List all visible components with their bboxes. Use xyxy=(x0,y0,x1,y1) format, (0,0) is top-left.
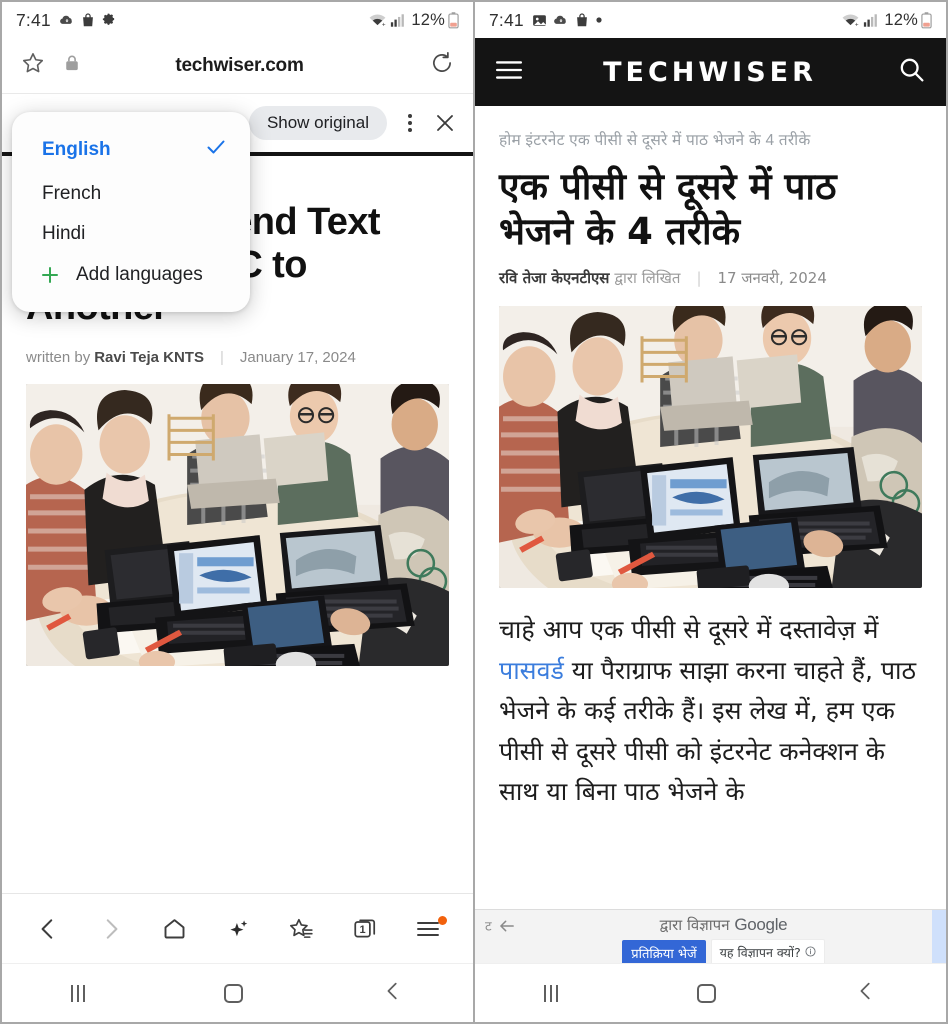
svg-text:ट: ट xyxy=(485,919,492,934)
info-icon xyxy=(805,945,816,960)
body-text-part1: चाहे आप एक पीसी से दूसरे में दस्तावेज़ म… xyxy=(499,615,879,645)
back-chevron-icon[interactable] xyxy=(855,980,877,1007)
status-time: 7:41 xyxy=(16,9,51,30)
url-text[interactable]: techwiser.com xyxy=(60,55,419,77)
recents-icon[interactable] xyxy=(544,984,559,1002)
right-phone-screenshot: 7:41 + 12% TECHWISER होम इंटरनेट एक पीसी… xyxy=(474,0,948,1024)
language-option-hindi[interactable]: Hindi xyxy=(12,214,250,254)
author-name[interactable]: Ravi Teja KNTS xyxy=(94,349,204,366)
ad-back-arrow-icon[interactable]: ट xyxy=(475,915,515,937)
publish-date: 17 जनवरी, 2024 xyxy=(717,269,827,288)
menu-hamburger-icon[interactable] xyxy=(415,915,447,939)
ad-buttons: प्रतिक्रिया भेजें यह विज्ञापन क्यों? xyxy=(622,939,825,963)
cloud-download-icon xyxy=(59,12,75,28)
byline-separator: | xyxy=(219,348,224,366)
home-icon[interactable] xyxy=(161,915,188,942)
status-left-icons xyxy=(532,12,603,28)
image-icon xyxy=(532,13,547,28)
ad-label-text: द्वारा विज्ञापन xyxy=(659,916,730,934)
language-dropdown-menu: English French Hindi Add languages xyxy=(12,112,250,312)
dual-screenshot-stage: 7:41 + 12% techwiser.com Show original S… xyxy=(0,0,948,1024)
search-icon[interactable] xyxy=(897,55,926,89)
dot-icon xyxy=(595,16,603,24)
publish-date: January 17, 2024 xyxy=(239,348,356,366)
battery-percent-label: 12% xyxy=(884,10,918,29)
wifi-icon: + xyxy=(368,12,387,28)
check-icon xyxy=(204,135,228,165)
signal-bars-icon xyxy=(390,13,406,28)
reload-icon[interactable] xyxy=(429,50,455,81)
svg-text:+: + xyxy=(382,21,386,28)
article-photo xyxy=(26,383,449,666)
tab-count-label: 1 xyxy=(359,923,366,936)
send-feedback-button[interactable]: प्रतिक्रिया भेजें xyxy=(622,939,706,963)
language-label: French xyxy=(42,183,102,204)
menu-notification-badge xyxy=(437,915,447,925)
add-languages-label: Add languages xyxy=(76,264,203,285)
status-left-icons xyxy=(59,12,116,28)
breadcrumb[interactable]: होम इंटरनेट एक पीसी से दूसरे में पाठ भेज… xyxy=(499,106,922,156)
article-photo xyxy=(499,306,922,589)
battery-low-icon xyxy=(448,11,459,29)
shopping-bag-icon xyxy=(81,12,95,28)
left-phone-screenshot: 7:41 + 12% techwiser.com Show original S… xyxy=(0,0,474,1024)
back-arrow-icon[interactable] xyxy=(35,916,61,942)
gear-icon xyxy=(101,13,116,28)
back-chevron-icon[interactable] xyxy=(382,980,404,1007)
browser-bottom-toolbar: 1 xyxy=(2,893,473,963)
close-x-icon[interactable] xyxy=(433,111,457,135)
three-dots-vertical-icon[interactable] xyxy=(407,111,413,135)
home-square-icon[interactable] xyxy=(223,983,243,1003)
tabs-icon[interactable]: 1 xyxy=(352,916,378,942)
author-name[interactable]: रवि तेजा केएनटीएस xyxy=(499,268,609,288)
written-by-label: written by xyxy=(26,348,91,366)
body-inline-link[interactable]: पासवर्ड xyxy=(499,656,564,685)
left-android-navbar xyxy=(2,963,473,1022)
browser-url-bar[interactable]: techwiser.com xyxy=(2,38,473,94)
sparkle-ai-icon[interactable] xyxy=(225,916,251,942)
status-right-icons: + 12% xyxy=(841,11,932,30)
left-status-bar: 7:41 + 12% xyxy=(2,2,473,38)
battery-low-icon xyxy=(921,11,932,29)
bookmarks-star-icon[interactable] xyxy=(288,915,315,942)
language-label: English xyxy=(42,139,111,160)
star-icon[interactable] xyxy=(20,50,46,81)
hamburger-menu-icon[interactable] xyxy=(495,59,523,86)
language-label: Hindi xyxy=(42,223,86,244)
right-android-navbar xyxy=(475,963,946,1022)
why-this-ad-label: यह विज्ञापन क्यों? xyxy=(719,945,801,960)
article-body: चाहे आप एक पीसी से दूसरे में दस्तावेज़ म… xyxy=(499,610,922,813)
show-original-chip[interactable]: Show original xyxy=(248,106,387,140)
status-time: 7:41 xyxy=(489,9,524,30)
byline: written by Ravi Teja KNTS | January 17, … xyxy=(26,349,449,366)
written-by-label: द्वारा लिखित xyxy=(614,269,681,288)
right-status-bar: 7:41 + 12% xyxy=(475,2,946,38)
why-this-ad-button[interactable]: यह विज्ञापन क्यों? xyxy=(710,939,825,963)
plus-icon xyxy=(38,263,62,287)
right-site-header: TECHWISER xyxy=(475,38,946,106)
language-option-english[interactable]: English xyxy=(12,126,250,174)
wifi-icon: + xyxy=(841,12,860,28)
battery-percent-label: 12% xyxy=(411,10,445,29)
byline: रवि तेजा केएनटीएस द्वारा लिखित | 17 जनवर… xyxy=(499,268,922,288)
site-brand: TECHWISER xyxy=(603,56,817,88)
google-ad-strip: ट द्वारा विज्ञापन Google प्रतिक्रिया भेज… xyxy=(475,909,946,963)
signal-bars-icon xyxy=(863,13,879,28)
shopping-bag-icon xyxy=(575,12,589,28)
recents-icon[interactable] xyxy=(71,984,86,1002)
ad-edge-accent xyxy=(932,910,946,963)
forward-arrow-icon[interactable] xyxy=(98,916,124,942)
add-languages-button[interactable]: Add languages xyxy=(12,254,250,296)
right-article: होम इंटरनेट एक पीसी से दूसरे में पाठ भेज… xyxy=(475,106,946,813)
ad-content: द्वारा विज्ञापन Google प्रतिक्रिया भेजें… xyxy=(515,915,932,963)
cloud-download-icon xyxy=(553,12,569,28)
language-option-french[interactable]: French xyxy=(12,174,250,214)
home-square-icon[interactable] xyxy=(696,983,716,1003)
ad-label: द्वारा विज्ञापन Google xyxy=(660,915,788,935)
byline-separator: | xyxy=(696,269,702,288)
page-title: एक पीसी से दूसरे में पाठ भेजने के 4 तरीक… xyxy=(499,165,837,254)
status-right-icons: + 12% xyxy=(368,11,459,30)
google-brand-label: Google xyxy=(734,915,788,934)
svg-text:+: + xyxy=(855,21,859,28)
